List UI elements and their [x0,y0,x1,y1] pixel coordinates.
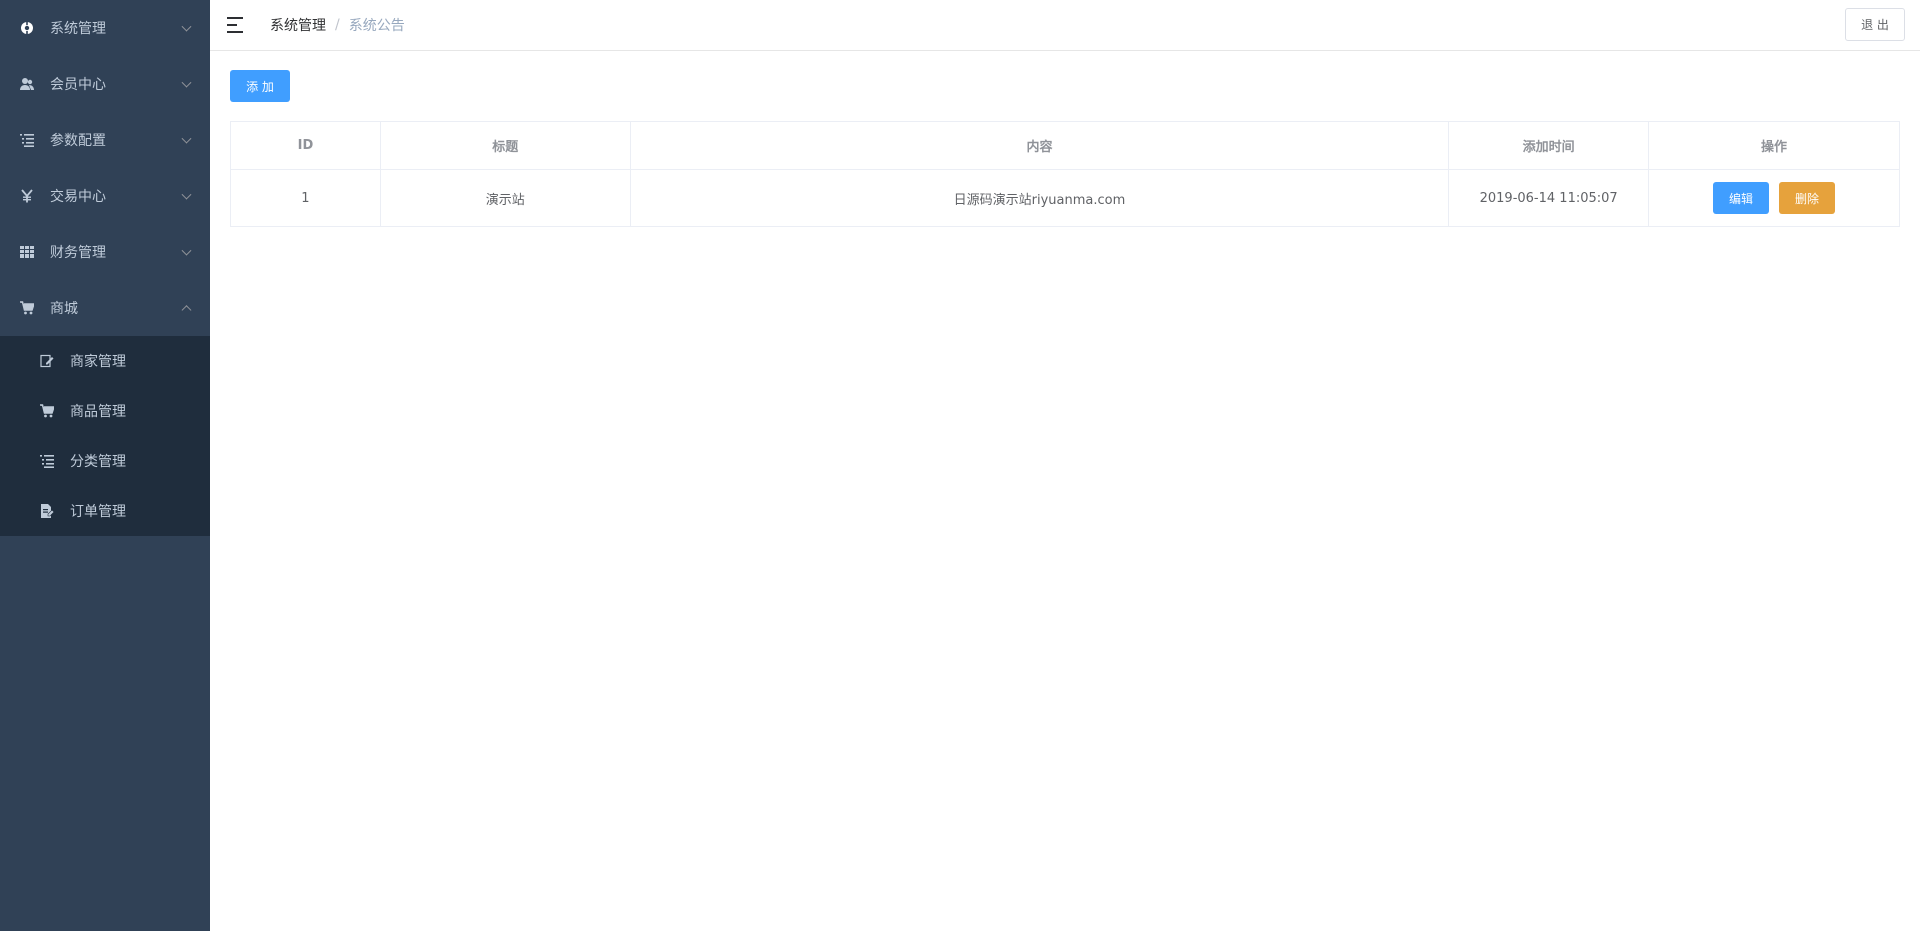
submenu-item-label: 订单管理 [70,504,126,520]
column-header-actions: 操作 [1648,121,1900,170]
edit-button[interactable]: 编辑 [1713,182,1770,214]
cart-icon [20,301,34,315]
sidebar-item-system[interactable]: 系统管理 [0,0,210,56]
column-header-time: 添加时间 [1448,121,1650,170]
submenu-item-label: 商家管理 [70,354,126,370]
sidebar-item-label: 参数配置 [50,133,106,149]
sidebar-item-label: 交易中心 [50,189,106,205]
column-header-title: 标题 [379,121,631,170]
announcement-table: ID 标题 内容 添加时间 操作 1 演示站 日源码演示站riyuanma.co… [230,121,1900,227]
submenu-item-categories[interactable]: 分类管理 [0,436,210,486]
top-navbar: 系统管理 / 系统公告 退 出 [210,0,1920,51]
user-icon [20,77,34,91]
sidebar-item-label: 系统管理 [50,21,106,37]
submenu-item-label: 分类管理 [70,454,126,470]
cell-title: 演示站 [379,169,631,227]
system-icon [20,21,34,35]
cell-time: 2019-06-14 11:05:07 [1448,169,1650,227]
sidebar-item-label: 会员中心 [50,77,106,93]
column-header-id: ID [230,121,381,170]
chevron-down-icon [181,77,192,88]
logout-button[interactable]: 退 出 [1845,8,1905,41]
breadcrumb-item[interactable]: 系统管理 [270,15,326,35]
yen-icon [20,189,34,203]
sidebar-item-finance[interactable]: 财务管理 [0,224,210,280]
cell-content: 日源码演示站riyuanma.com [629,169,1450,227]
list-icon [40,454,54,468]
submenu-item-merchants[interactable]: 商家管理 [0,336,210,386]
delete-button[interactable]: 删除 [1779,182,1836,214]
order-doc-icon [40,504,54,518]
sidebar-item-trade[interactable]: 交易中心 [0,168,210,224]
sidebar: 系统管理 会员中心 参数配置 交易中心 财务管理 商城 商家管理 商品管理 分类… [0,0,210,931]
chevron-down-icon [181,21,192,32]
table-header-row: ID 标题 内容 添加时间 操作 [230,121,1900,170]
add-button[interactable]: 添 加 [230,70,290,102]
chevron-down-icon [181,245,192,256]
submenu-item-label: 商品管理 [70,404,126,420]
main-content: 添 加 ID 标题 内容 添加时间 操作 1 演示站 日源码演示站riyuanm… [210,51,1920,931]
breadcrumb-item-current: 系统公告 [348,18,405,34]
column-header-content: 内容 [629,121,1450,170]
chevron-up-icon [181,305,192,316]
sidebar-item-mall[interactable]: 商城 [0,280,210,336]
hamburger-icon[interactable] [227,17,245,33]
sidebar-item-label: 财务管理 [50,245,106,261]
breadcrumb-separator: / [335,17,340,33]
chevron-down-icon [181,133,192,144]
cell-actions: 编辑 删除 [1648,169,1900,227]
submenu-item-orders[interactable]: 订单管理 [0,486,210,536]
list-icon [20,133,34,147]
edit-doc-icon [40,354,54,368]
cart-icon [40,404,54,418]
sidebar-item-members[interactable]: 会员中心 [0,56,210,112]
chevron-down-icon [181,189,192,200]
submenu-item-products[interactable]: 商品管理 [0,386,210,436]
sidebar-item-label: 商城 [50,301,78,317]
grid-icon [20,245,34,259]
table-row: 1 演示站 日源码演示站riyuanma.com 2019-06-14 11:0… [230,169,1900,227]
cell-id: 1 [230,169,381,227]
mall-submenu: 商家管理 商品管理 分类管理 订单管理 [0,336,210,536]
sidebar-item-params[interactable]: 参数配置 [0,112,210,168]
breadcrumb: 系统管理 / 系统公告 [270,15,405,35]
